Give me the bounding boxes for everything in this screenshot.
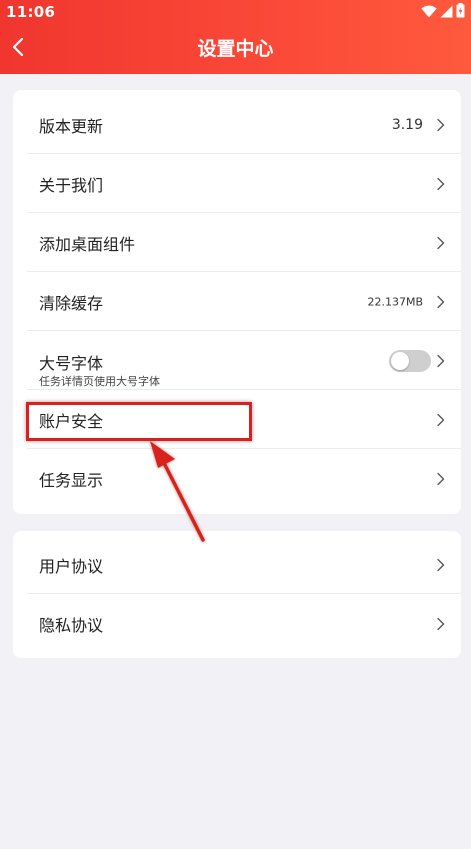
chevron-right-icon — [437, 413, 445, 426]
status-time: 11:06 — [6, 3, 56, 21]
version-value: 3.19 — [391, 116, 423, 133]
large-font-toggle[interactable] — [389, 349, 431, 372]
settings-row-clear-cache[interactable]: 清除缓存 22.137MB — [13, 272, 461, 331]
cache-size-value: 22.137MB — [367, 295, 423, 308]
chevron-right-icon — [437, 354, 445, 367]
toggle-knob — [391, 351, 409, 370]
chevron-right-icon — [437, 177, 445, 190]
row-label: 关于我们 — [39, 175, 104, 195]
chevron-right-icon — [437, 617, 445, 630]
row-label: 用户协议 — [39, 556, 104, 576]
chevron-right-icon — [437, 558, 445, 571]
row-sublabel: 任务详情页使用大号字体 — [39, 375, 160, 388]
row-label: 任务显示 — [39, 470, 104, 490]
row-label: 隐私协议 — [39, 615, 104, 635]
settings-row-task-display[interactable]: 任务显示 — [13, 449, 461, 508]
row-label: 版本更新 — [39, 116, 104, 136]
settings-row-user-agreement[interactable]: 用户协议 — [13, 535, 461, 594]
app-header: 11:06 设置中心 — [0, 0, 471, 74]
signal-icon — [440, 3, 453, 22]
chevron-right-icon — [437, 295, 445, 308]
settings-row-large-font[interactable]: 大号字体 任务详情页使用大号字体 — [13, 331, 461, 390]
settings-card-general: 版本更新 3.19 关于我们 添加桌面组件 清除缓存 22.137MB 大号字体… — [13, 90, 461, 514]
settings-row-about-us[interactable]: 关于我们 — [13, 154, 461, 213]
row-label: 添加桌面组件 — [39, 234, 136, 254]
row-label: 清除缓存 — [39, 293, 104, 313]
settings-card-agreements: 用户协议 隐私协议 — [13, 531, 461, 658]
settings-row-add-widget[interactable]: 添加桌面组件 — [13, 213, 461, 272]
page-title: 设置中心 — [197, 38, 274, 60]
chevron-right-icon — [437, 472, 445, 485]
chevron-right-icon — [437, 118, 445, 131]
settings-row-version-update[interactable]: 版本更新 3.19 — [13, 95, 461, 154]
settings-row-privacy-agreement[interactable]: 隐私协议 — [13, 594, 461, 653]
row-label: 大号字体 — [39, 354, 104, 373]
highlight-box — [26, 402, 252, 441]
status-icons — [421, 2, 465, 22]
wifi-icon — [421, 3, 437, 22]
chevron-right-icon — [437, 236, 445, 249]
status-bar: 11:06 — [0, 0, 471, 24]
battery-icon — [456, 2, 465, 22]
